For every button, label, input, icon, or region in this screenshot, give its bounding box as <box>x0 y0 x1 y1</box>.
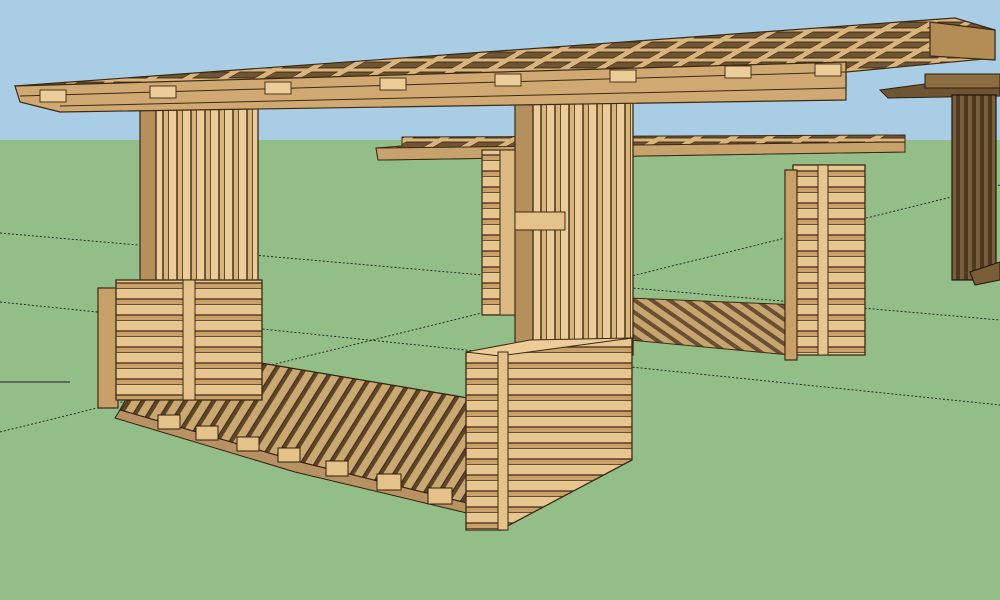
roof-block <box>609 69 637 83</box>
post-face <box>792 164 866 356</box>
far-post <box>951 94 997 281</box>
support-block <box>376 473 402 491</box>
bench-upright <box>497 351 509 531</box>
front-left-bench <box>97 279 263 409</box>
support-block <box>236 436 260 452</box>
front-center-post <box>514 94 634 361</box>
support-block <box>157 414 181 430</box>
bench-end <box>97 287 119 409</box>
model-viewport[interactable] <box>0 0 1000 600</box>
roof-block <box>379 77 407 91</box>
roof-block <box>264 81 292 95</box>
support-block <box>277 447 301 463</box>
back-right-post <box>784 164 866 361</box>
roof-block <box>724 65 752 79</box>
post-crossbar <box>514 211 566 231</box>
roof-block <box>494 73 522 87</box>
post-upright <box>817 164 829 356</box>
support-block <box>195 425 219 441</box>
roof-block <box>39 89 67 103</box>
back-left-post <box>481 149 519 316</box>
support-block <box>427 487 453 505</box>
roof-block <box>814 63 842 77</box>
post-edge <box>784 169 798 361</box>
bench-upright <box>182 279 196 401</box>
roof-block <box>149 85 177 99</box>
support-block <box>325 460 349 477</box>
far-roof-pallet <box>924 73 1000 89</box>
